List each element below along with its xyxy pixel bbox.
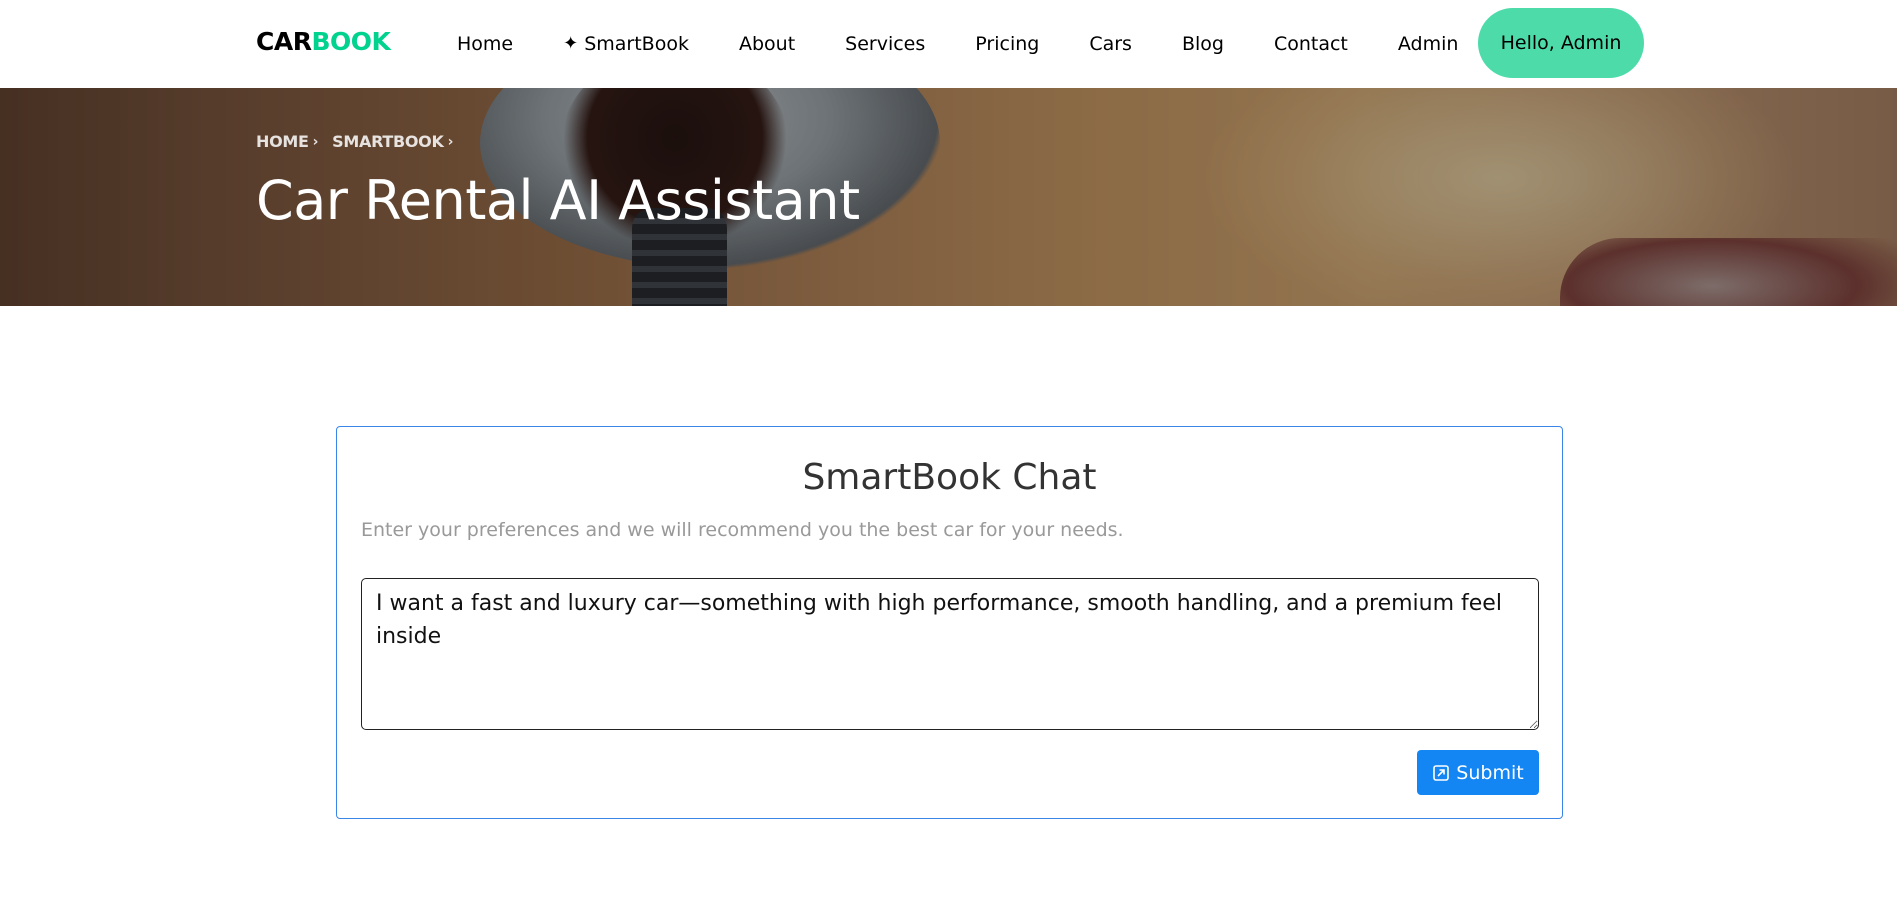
nav-item-label: Blog xyxy=(1181,33,1224,55)
nav-item-label: Admin xyxy=(1397,33,1459,55)
nav-item-home[interactable]: Home xyxy=(432,32,538,56)
nav-item-label: Cars xyxy=(1089,33,1132,55)
nav-item-contact[interactable]: Contact xyxy=(1249,32,1373,56)
chat-title: SmartBook Chat xyxy=(802,457,1097,498)
nav-item-label: Contact xyxy=(1273,33,1348,55)
nav-item-about[interactable]: About xyxy=(714,32,820,56)
page-title: Car Rental AI Assistant xyxy=(256,169,860,232)
breadcrumb-smartbook[interactable]: SMARTBOOK xyxy=(332,132,444,151)
smartbook-chat-card: SmartBook Chat Enter your preferences an… xyxy=(336,426,1563,819)
breadcrumb: HOME › SMARTBOOK › xyxy=(256,132,467,151)
chat-preferences-input[interactable]: I want a fast and luxury car—something w… xyxy=(361,578,1539,730)
nav-item-blog[interactable]: Blog xyxy=(1157,32,1249,56)
chat-subtitle: Enter your preferences and we will recom… xyxy=(361,519,1124,541)
nav-item-smartbook[interactable]: ✦ SmartBook xyxy=(538,32,714,56)
nav-item-cars[interactable]: Cars xyxy=(1064,32,1157,56)
brand-logo[interactable]: CARBOOK xyxy=(256,27,391,57)
breadcrumb-home[interactable]: HOME xyxy=(256,132,309,151)
brand-part-car: CAR xyxy=(256,27,312,56)
nav-item-label: Home xyxy=(457,33,514,55)
sparkle-icon: ✦ xyxy=(563,33,579,54)
user-menu-button[interactable]: Hello, Admin xyxy=(1478,8,1644,78)
nav-links: Home ✦ SmartBook About Services Pricing … xyxy=(432,0,1483,88)
nav-item-pricing[interactable]: Pricing xyxy=(950,32,1064,56)
send-icon xyxy=(1433,764,1450,781)
nav-item-label: About xyxy=(738,33,796,55)
hero-banner: HOME › SMARTBOOK › Car Rental AI Assista… xyxy=(0,88,1897,306)
navbar: CARBOOK Home ✦ SmartBook About Services … xyxy=(0,0,1897,88)
nav-item-label: Services xyxy=(845,33,926,55)
submit-button[interactable]: Submit xyxy=(1417,750,1539,795)
chevron-right-icon: › xyxy=(447,133,454,150)
nav-item-label: Pricing xyxy=(975,33,1040,55)
nav-item-admin[interactable]: Admin xyxy=(1373,32,1484,56)
chevron-right-icon: › xyxy=(312,133,319,150)
submit-label: Submit xyxy=(1456,761,1524,784)
nav-item-services[interactable]: Services xyxy=(820,32,950,56)
nav-item-label: SmartBook xyxy=(584,33,689,55)
brand-part-book: BOOK xyxy=(311,27,391,56)
